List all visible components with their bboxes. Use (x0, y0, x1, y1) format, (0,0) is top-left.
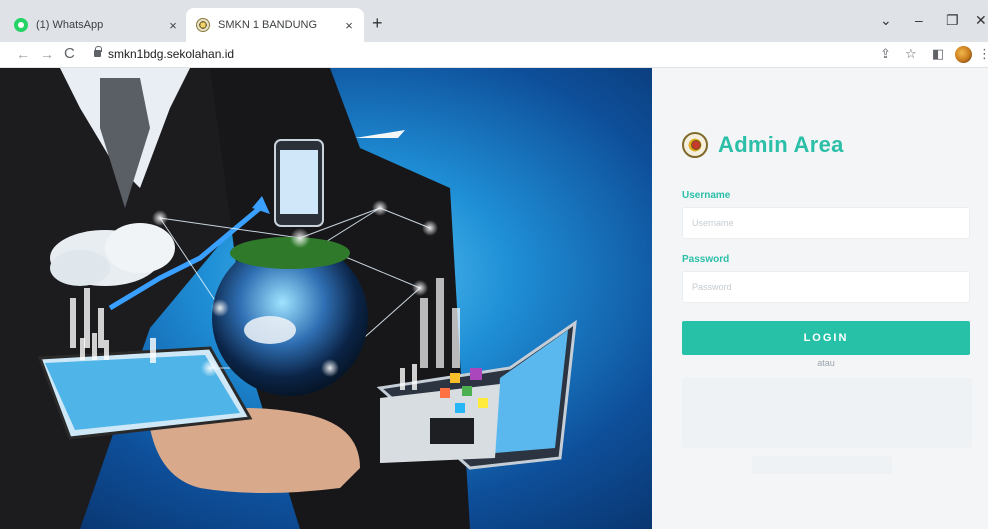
school-logo-icon (196, 18, 210, 32)
browser-toolbar: ← → C smkn1bdg.sekolahan.id ⇪ ☆ ◧ ⋮ (0, 42, 988, 68)
password-field[interactable] (682, 271, 970, 303)
login-panel: Admin Area Username Password LOGIN atau (652, 68, 988, 529)
back-button[interactable]: ← (16, 46, 30, 62)
new-tab-button[interactable]: + (372, 13, 383, 34)
tab-close-icon[interactable]: × (340, 18, 358, 33)
tab-search-dropdown-icon[interactable]: ⌄ (880, 12, 892, 29)
forward-button[interactable]: → (40, 46, 54, 62)
alternate-login-footer (752, 456, 892, 474)
reload-button[interactable]: C (64, 45, 75, 62)
profile-avatar[interactable] (955, 46, 972, 63)
tab-whatsapp[interactable]: (1) WhatsApp × (10, 8, 188, 42)
menu-kebab-icon[interactable]: ⋮ (978, 46, 988, 62)
page-content: Admin Area Username Password LOGIN atau (0, 68, 988, 529)
hero-image (0, 68, 652, 529)
password-label: Password (682, 254, 730, 265)
username-field[interactable] (682, 207, 970, 239)
share-icon[interactable]: ⇪ (880, 46, 891, 62)
lock-icon[interactable] (94, 46, 102, 57)
tab-title: (1) WhatsApp (36, 19, 104, 31)
tab-title: SMKN 1 BANDUNG (218, 19, 318, 31)
page-title: Admin Area (718, 132, 844, 157)
school-logo-icon (682, 132, 708, 158)
minimize-button[interactable]: – (915, 12, 923, 28)
username-label: Username (682, 190, 731, 201)
bookmark-star-icon[interactable]: ☆ (905, 46, 917, 62)
or-divider-text: atau (817, 358, 835, 368)
side-panel-icon[interactable]: ◧ (932, 46, 944, 62)
browser-tab-strip: (1) WhatsApp × SMKN 1 BANDUNG × + ⌄ – ❐ … (0, 0, 988, 42)
whatsapp-icon (14, 18, 28, 32)
login-button[interactable]: LOGIN (682, 321, 970, 355)
restore-button[interactable]: ❐ (946, 12, 959, 29)
alternate-login-area (682, 378, 972, 448)
tab-close-icon[interactable]: × (164, 18, 182, 33)
admin-area-header: Admin Area (682, 128, 844, 162)
tab-smkn-bandung[interactable]: SMKN 1 BANDUNG × (186, 8, 364, 42)
hero-illustration (0, 68, 577, 529)
address-bar[interactable]: smkn1bdg.sekolahan.id (108, 47, 234, 61)
close-window-button[interactable]: ✕ (975, 12, 987, 29)
